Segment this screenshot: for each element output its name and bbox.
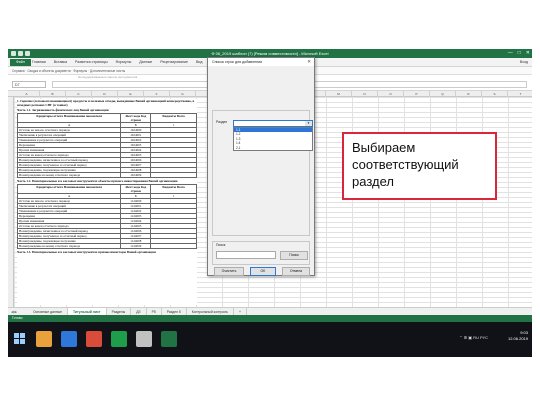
table-row: Вознаграждение на конец отчетного период… xyxy=(16,172,197,178)
part-2-title: Часть 1.2. Нематериальные и в кассовых и… xyxy=(17,179,178,183)
clear-button[interactable]: Очистить xyxy=(214,267,244,276)
razdel-label: Раздел xyxy=(216,120,228,124)
system-tray[interactable]: ⌃ ⊞ ▣ RU РУС xyxy=(459,335,488,340)
taskbar-app-icon[interactable] xyxy=(136,331,152,347)
part-2-table: Кредиторы отчета Наименование показателя… xyxy=(16,184,197,249)
taskbar-app-icon[interactable] xyxy=(86,331,102,347)
row-code-cell[interactable]: 1124009 xyxy=(120,243,152,249)
name-box[interactable]: D7 xyxy=(12,81,46,88)
status-bar: Готово xyxy=(8,315,532,322)
taskbar-app-icon[interactable] xyxy=(61,331,77,347)
window-controls: — □ ✕ xyxy=(508,49,530,58)
razdel-dropdown-list[interactable]: 1.1 1.2 1.3 1.4 2.1 xyxy=(233,127,313,151)
search-input[interactable] xyxy=(216,251,276,259)
close-icon[interactable]: ✕ xyxy=(526,49,530,58)
ribbon-tab[interactable]: Вставка xyxy=(54,58,67,67)
annotation-callout: Выбираем соответствующий раздел xyxy=(342,132,497,200)
ribbon-tab[interactable]: Разметка страницы xyxy=(75,58,108,67)
header-cell: Бюджеты Всего xyxy=(150,113,197,123)
maximize-icon[interactable]: □ xyxy=(518,49,521,58)
cancel-button[interactable]: Отмена xyxy=(282,267,310,276)
windows-taskbar: ⌃ ⊞ ▣ RU РУС 9:03 12.06.2019 xyxy=(8,322,532,357)
search-label: Поиск xyxy=(216,243,226,247)
minimize-icon[interactable]: — xyxy=(508,49,513,58)
add-rows-dialog: Список строк для добавления ✕ Раздел ▼ 1… xyxy=(207,57,315,276)
razdel-combobox[interactable]: ▼ xyxy=(233,120,313,127)
taskbar-app-icon[interactable] xyxy=(111,331,127,347)
signin-link[interactable]: Вход xyxy=(520,58,528,67)
dialog-close-icon[interactable]: ✕ xyxy=(307,58,311,66)
ok-button[interactable]: OK xyxy=(250,267,276,276)
ribbon-tab[interactable]: Данные xyxy=(139,58,152,67)
value-cell[interactable] xyxy=(150,172,197,178)
table-row: Вознаграждение на конец отчетного период… xyxy=(16,243,197,249)
report-form: 1. Горючие (легковоспламеняющиеся) проду… xyxy=(16,99,197,305)
row-code-cell[interactable]: 1024009 xyxy=(120,172,152,178)
windows-start-icon[interactable] xyxy=(14,333,26,345)
indicator-name-cell[interactable]: Вознаграждение на конец отчетного период… xyxy=(16,243,122,249)
sheet-tab-bar: ◀ ▶ Основные данные Титульный лист Разделы… xyxy=(8,307,532,316)
ribbon-tab[interactable]: Главная xyxy=(32,58,46,67)
indicator-name-cell[interactable]: Вознаграждение на конец отчетного период… xyxy=(16,172,122,178)
form-title: 1. Горючие (легковоспламеняющиеся) проду… xyxy=(17,99,195,107)
taskbar-app-icon[interactable] xyxy=(161,331,177,347)
taskbar-clock[interactable]: 9:03 12.06.2019 xyxy=(490,330,528,342)
ribbon-tab[interactable]: Вид xyxy=(196,58,203,67)
slide: Ф 06_2019 шаблон (7) [Режим совместимост… xyxy=(0,0,540,405)
part-3-title: Часть 1.3. Нематериальные и в кассовых и… xyxy=(17,250,156,254)
chevron-down-icon[interactable]: ▼ xyxy=(305,121,312,126)
header-cell: Бюджеты Всего xyxy=(150,184,197,194)
header-cell: Жест кода Код строки xyxy=(120,113,152,123)
clock-date: 12.06.2019 xyxy=(507,336,528,341)
search-button[interactable]: Поиск xyxy=(280,251,308,260)
razdel-option[interactable]: 2.1 xyxy=(234,146,312,150)
header-cell: Жест кода Код строки xyxy=(120,184,152,194)
value-cell[interactable] xyxy=(150,243,197,249)
header-cell: Кредиторы отчета Наименование показателя xyxy=(16,184,122,194)
part-1-table: Кредиторы отчета Наименование показателя… xyxy=(16,113,197,178)
ribbon-tab[interactable]: Рецензирование xyxy=(160,58,188,67)
dialog-title: Список строк для добавления xyxy=(208,58,314,66)
taskbar-apps xyxy=(36,331,177,347)
toolbar-warning: Неподдерживаемые панели инструментов xyxy=(78,75,138,79)
file-tab[interactable]: Файл xyxy=(10,59,31,66)
table-header-row: Кредиторы отчета Наименование показателя… xyxy=(16,184,197,194)
taskbar-app-icon[interactable] xyxy=(36,331,52,347)
header-cell: Кредиторы отчета Наименование показателя xyxy=(16,113,122,123)
table-header-row: Кредиторы отчета Наименование показателя… xyxy=(16,113,197,123)
ribbon-tab[interactable]: Формулы xyxy=(116,58,132,67)
